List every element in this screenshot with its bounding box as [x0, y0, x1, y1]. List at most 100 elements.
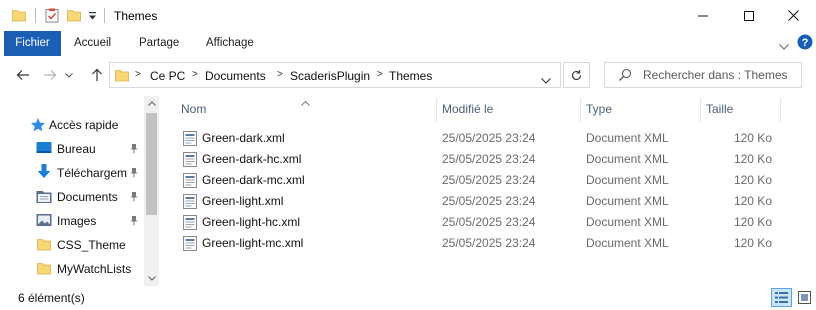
sidebar-item-label: Bureau	[57, 142, 96, 156]
scroll-up-button[interactable]	[144, 96, 159, 111]
file-row[interactable]: Green-light.xml 25/05/2025 23:24 Documen…	[180, 191, 780, 212]
folder-icon	[37, 261, 51, 278]
file-row[interactable]: Green-light-mc.xml 25/05/2025 23:24 Docu…	[180, 233, 780, 254]
sidebar-item-downloads[interactable]: Téléchargements	[0, 161, 144, 185]
recent-locations-button[interactable]	[63, 66, 75, 84]
pin-icon[interactable]	[129, 191, 139, 205]
file-type: Document XML	[586, 152, 669, 166]
pin-icon[interactable]	[129, 167, 139, 181]
sidebar-item-label: Documents	[57, 190, 118, 204]
column-divider[interactable]	[436, 98, 437, 122]
file-modified: 25/05/2025 23:24	[442, 173, 536, 187]
chevron-up-icon	[147, 101, 156, 106]
close-button[interactable]	[770, 0, 816, 31]
refresh-button[interactable]	[563, 62, 590, 88]
pin-icon[interactable]	[129, 143, 139, 157]
forward-button[interactable]	[41, 66, 59, 84]
file-size: 120 Ko	[733, 152, 772, 166]
large-icons-view-button[interactable]	[794, 288, 815, 307]
scrollbar-thumb[interactable]	[146, 113, 157, 215]
column-header-modified[interactable]: Modifié le	[442, 94, 493, 124]
star-icon	[30, 117, 46, 136]
window-title: Themes	[114, 9, 158, 23]
chevron-down-icon	[65, 72, 73, 78]
expand-ribbon-icon[interactable]	[779, 39, 789, 53]
back-button[interactable]	[14, 66, 32, 84]
chevron-right-icon[interactable]: >	[135, 69, 141, 80]
refresh-icon	[571, 69, 582, 80]
separator	[104, 8, 105, 23]
column-header-size[interactable]: Taille	[706, 94, 733, 124]
file-modified: 25/05/2025 23:24	[442, 236, 536, 250]
file-size: 120 Ko	[733, 194, 772, 208]
chevron-right-icon[interactable]: >	[377, 69, 383, 80]
sidebar-item-pictures[interactable]: Images	[0, 209, 144, 233]
xml-file-icon	[183, 194, 197, 212]
sidebar-item-quick-access[interactable]: Accès rapide	[0, 113, 144, 137]
file-type: Document XML	[586, 236, 669, 250]
file-size: 120 Ko	[733, 131, 772, 145]
column-divider[interactable]	[700, 98, 701, 122]
file-row[interactable]: Green-dark-hc.xml 25/05/2025 23:24 Docum…	[180, 149, 780, 170]
column-divider[interactable]	[580, 98, 581, 122]
sidebar-item-documents[interactable]: Documents	[0, 185, 144, 209]
file-row[interactable]: Green-light-hc.xml 25/05/2025 23:24 Docu…	[180, 212, 780, 233]
breadcrumb-themes[interactable]: Themes	[389, 69, 432, 83]
sidebar-item-css-theme[interactable]: CSS_Theme	[0, 233, 144, 257]
column-divider[interactable]	[780, 98, 781, 122]
item-count: 6 élément(s)	[18, 291, 85, 305]
address-bar[interactable]: > Ce PC > Documents > ScaderisPlugin > T…	[109, 62, 561, 88]
up-button[interactable]	[88, 66, 106, 84]
tab-file[interactable]: Fichier	[4, 31, 61, 56]
file-list: Nom Modifié le Type Taille Green-dark.xm…	[160, 94, 816, 286]
breadcrumb-documents[interactable]: Documents	[205, 69, 266, 83]
minimize-icon	[698, 15, 708, 16]
sidebar-item-label: Accès rapide	[49, 118, 119, 132]
chevron-right-icon[interactable]: >	[192, 69, 198, 80]
sidebar-item-mywatchlists[interactable]: MyWatchLists	[0, 257, 144, 281]
file-size: 120 Ko	[733, 236, 772, 250]
customize-toolbar-icon[interactable]	[88, 10, 97, 24]
column-header-type[interactable]: Type	[586, 94, 612, 124]
maximize-button[interactable]	[726, 0, 772, 31]
file-row[interactable]: Green-dark.xml 25/05/2025 23:24 Document…	[180, 128, 780, 149]
search-box[interactable]	[604, 62, 802, 88]
minimize-button[interactable]	[680, 0, 726, 31]
chevron-right-icon[interactable]: >	[277, 69, 283, 80]
file-modified: 25/05/2025 23:24	[442, 131, 536, 145]
sidebar-scrollbar[interactable]	[144, 96, 159, 286]
sidebar-item-desktop[interactable]: Bureau	[0, 137, 144, 161]
search-input[interactable]	[643, 66, 798, 84]
folder-icon	[12, 8, 26, 25]
tab-share[interactable]: Partage	[127, 31, 191, 56]
title-bar: Themes	[0, 0, 816, 31]
sort-ascending-icon	[301, 95, 310, 109]
pin-icon[interactable]	[129, 215, 139, 229]
help-icon[interactable]: ?	[797, 34, 813, 53]
xml-file-icon	[183, 236, 197, 254]
scroll-down-button[interactable]	[144, 271, 159, 286]
file-row[interactable]: Green-dark-mc.xml 25/05/2025 23:24 Docum…	[180, 170, 780, 191]
breadcrumb-scaderisplugin[interactable]: ScaderisPlugin	[290, 69, 370, 83]
file-type: Document XML	[586, 131, 669, 145]
file-size: 120 Ko	[733, 173, 772, 187]
tab-home[interactable]: Accueil	[62, 31, 123, 56]
properties-icon[interactable]	[45, 8, 59, 26]
file-name: Green-dark.xml	[202, 131, 285, 145]
breadcrumb-this-pc[interactable]: Ce PC	[150, 69, 185, 83]
sidebar-item-label: Téléchargements	[57, 166, 127, 180]
details-view-button[interactable]	[771, 288, 792, 307]
ribbon-tabs: Fichier Accueil Partage Affichage ?	[0, 31, 816, 56]
file-modified: 25/05/2025 23:24	[442, 152, 536, 166]
chevron-down-icon[interactable]	[541, 73, 551, 87]
folder-icon	[37, 237, 51, 254]
search-icon	[618, 68, 632, 85]
navigation-bar: > Ce PC > Documents > ScaderisPlugin > T…	[0, 56, 816, 94]
column-header-name[interactable]: Nom	[181, 94, 206, 124]
new-folder-icon[interactable]	[67, 8, 81, 25]
xml-file-icon	[183, 173, 197, 191]
tab-view[interactable]: Affichage	[194, 31, 266, 56]
file-modified: 25/05/2025 23:24	[442, 194, 536, 208]
arrow-right-icon	[44, 70, 57, 80]
file-type: Document XML	[586, 215, 669, 229]
